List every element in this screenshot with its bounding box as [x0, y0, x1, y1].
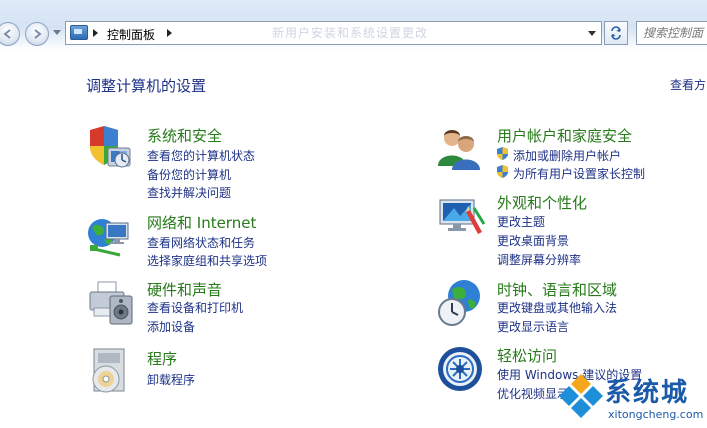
breadcrumb-chevron-icon[interactable]: [167, 29, 172, 37]
link-parental-controls[interactable]: 为所有用户设置家长控制: [513, 165, 645, 182]
link-change-theme[interactable]: 更改主题: [497, 213, 545, 230]
address-dropdown-icon[interactable]: [588, 31, 596, 36]
link-uninstall-program[interactable]: 卸载程序: [147, 371, 195, 388]
link-backup-computer[interactable]: 备份您的计算机: [147, 166, 231, 183]
watermark-subtext: xitongcheng.com: [608, 408, 704, 421]
category-title-appearance[interactable]: 外观和个性化: [497, 192, 587, 213]
category-title-hardware-sound[interactable]: 硬件和声音: [147, 279, 222, 300]
back-button[interactable]: [0, 22, 20, 46]
link-adjust-resolution[interactable]: 调整屏幕分辨率: [497, 251, 581, 268]
back-arrow-icon: [3, 29, 11, 39]
category-title-user-accounts[interactable]: 用户帐户和家庭安全: [497, 125, 632, 146]
printer-icon[interactable]: [86, 278, 136, 328]
recent-pages-dropdown[interactable]: [53, 30, 61, 36]
refresh-icon: [611, 26, 621, 40]
link-change-keyboard[interactable]: 更改键盘或其他输入法: [497, 299, 617, 316]
network-globe-icon[interactable]: [86, 211, 136, 261]
link-network-status[interactable]: 查看网络状态和任务: [147, 234, 255, 251]
link-add-remove-user[interactable]: 添加或删除用户帐户: [513, 147, 621, 164]
search-input[interactable]: [643, 23, 707, 43]
category-title-clock-language-region[interactable]: 时钟、语言和区域: [497, 279, 617, 300]
link-troubleshoot[interactable]: 查找并解决问题: [147, 184, 231, 201]
programs-disc-icon[interactable]: [86, 347, 136, 397]
site-watermark: 系统城 xitongcheng.com: [553, 368, 707, 428]
breadcrumb-chevron-icon[interactable]: [93, 29, 98, 37]
ease-of-access-icon[interactable]: [436, 345, 486, 395]
link-change-desktop-background[interactable]: 更改桌面背景: [497, 232, 569, 249]
link-devices-printers[interactable]: 查看设备和打印机: [147, 299, 243, 316]
page-title: 调整计算机的设置: [86, 77, 207, 95]
uac-shield-icon: [497, 147, 508, 160]
address-bar: 控制面板 新用户安装和系统设置更改: [0, 0, 707, 50]
uac-shield-icon: [497, 165, 508, 178]
category-title-system-security[interactable]: 系统和安全: [147, 125, 222, 146]
category-title-programs[interactable]: 程序: [147, 348, 177, 369]
link-homegroup-sharing[interactable]: 选择家庭组和共享选项: [147, 252, 267, 269]
category-title-ease-of-access[interactable]: 轻松访问: [497, 345, 557, 366]
breadcrumb-control-panel[interactable]: 控制面板: [107, 26, 155, 43]
ghost-window-title: 新用户安装和系统设置更改: [272, 26, 429, 40]
link-view-computer-status[interactable]: 查看您的计算机状态: [147, 147, 255, 164]
link-add-device[interactable]: 添加设备: [147, 318, 195, 335]
forward-button[interactable]: [25, 22, 49, 46]
category-title-network-internet[interactable]: 网络和 Internet: [147, 212, 256, 233]
clock-globe-icon[interactable]: [436, 278, 486, 328]
link-change-display-language[interactable]: 更改显示语言: [497, 318, 569, 335]
search-box[interactable]: [636, 21, 707, 45]
appearance-monitor-icon[interactable]: [436, 192, 486, 242]
view-by-label[interactable]: 查看方: [670, 76, 706, 93]
watermark-logo-icon: [559, 374, 603, 418]
users-icon[interactable]: [436, 124, 486, 174]
forward-arrow-icon: [34, 29, 42, 39]
shield-computer-icon[interactable]: [86, 124, 136, 174]
watermark-text: 系统城: [605, 378, 690, 408]
control-panel-icon: [70, 25, 88, 40]
refresh-button[interactable]: [604, 21, 628, 45]
